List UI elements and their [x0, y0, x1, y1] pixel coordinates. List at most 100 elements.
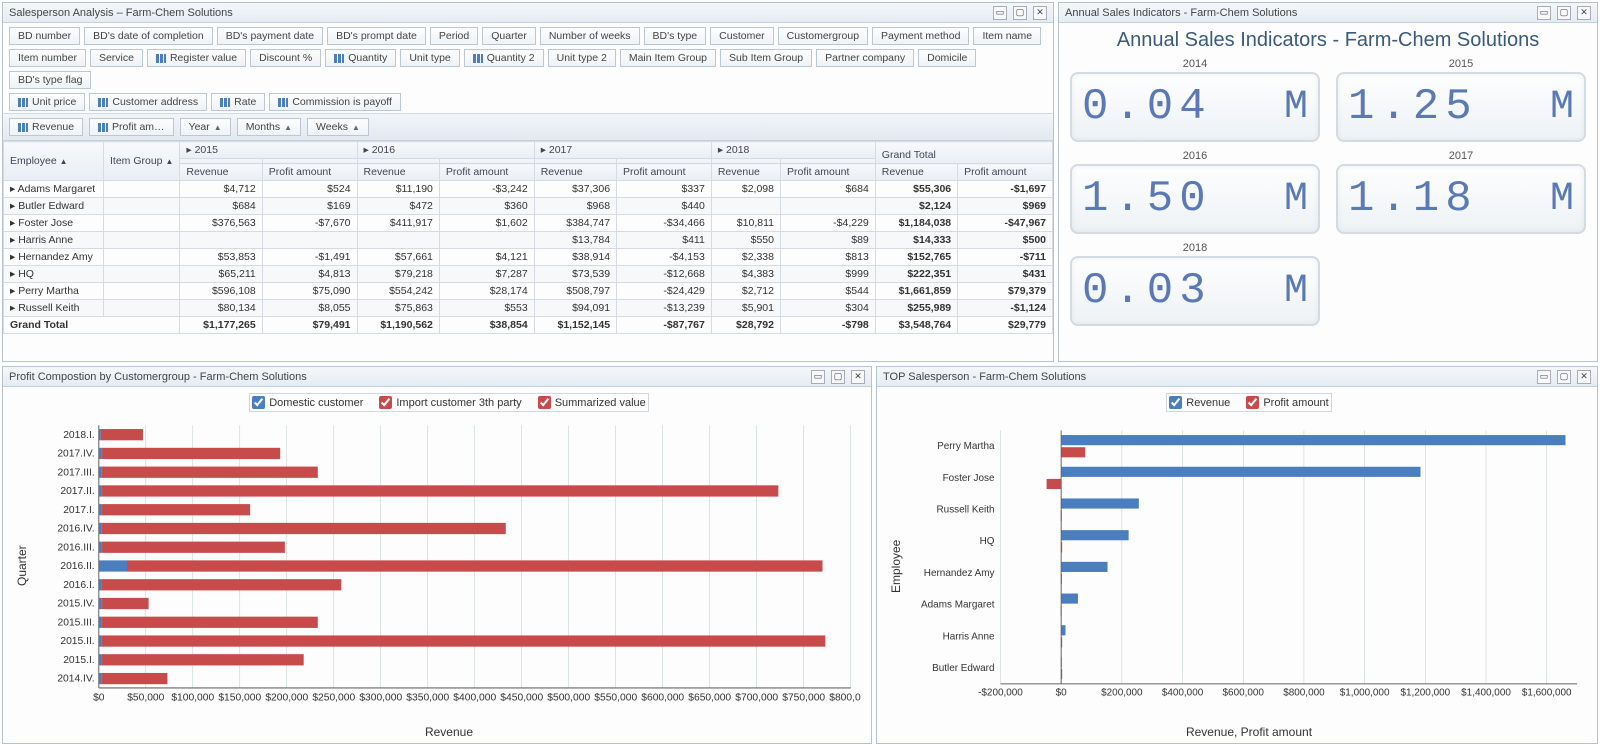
bars-icon — [220, 98, 230, 107]
close-icon[interactable]: ✕ — [1577, 370, 1591, 384]
svg-text:$350,000: $350,000 — [406, 692, 449, 703]
filter-chip[interactable]: Unit type — [400, 49, 459, 67]
svg-text:2017.I.: 2017.I. — [63, 505, 94, 516]
legend-item[interactable]: Import customer 3th party — [379, 396, 521, 409]
filter-chip[interactable]: Payment method — [872, 27, 969, 45]
filter-chip[interactable]: Year▲ — [180, 118, 231, 136]
svg-text:Foster Jose: Foster Jose — [943, 473, 995, 484]
bars-icon — [334, 54, 344, 63]
filter-chip[interactable]: Commission is payoff — [269, 93, 401, 111]
bars-icon — [18, 98, 28, 107]
chart-top-salesperson[interactable]: -$200,000$0$200,000$400,000$600,000$800,… — [911, 416, 1587, 723]
table-row[interactable]: ▸ Hernandez Amy$53,853-$1,491$57,661$4,1… — [4, 249, 1053, 266]
close-icon[interactable]: ✕ — [1577, 6, 1591, 20]
lcd-unit: M — [1550, 85, 1574, 130]
filter-chip[interactable]: BD number — [9, 27, 80, 45]
filter-chip[interactable]: Revenue — [9, 118, 83, 136]
filter-chip[interactable]: Customer — [710, 27, 774, 45]
svg-text:$600,000: $600,000 — [1223, 688, 1265, 699]
svg-text:$550,000: $550,000 — [594, 692, 637, 703]
legend-checkbox[interactable] — [252, 396, 265, 409]
table-row[interactable]: ▸ HQ$65,211$4,813$79,218$7,287$73,539-$1… — [4, 266, 1053, 283]
maximize-icon[interactable]: ▢ — [831, 370, 845, 384]
chart-profit-composition[interactable]: $0$50,000$100,000$150,000$200,000$250,00… — [37, 416, 861, 723]
filter-chip[interactable]: Number of weeks — [540, 27, 640, 45]
filter-chip[interactable]: Customergroup — [778, 27, 868, 45]
legend-checkbox[interactable] — [538, 396, 551, 409]
title-text: TOP Salesperson - Farm-Chem Solutions — [883, 371, 1086, 383]
svg-text:Russell Keith: Russell Keith — [937, 505, 995, 516]
filter-chip[interactable]: Months▲ — [237, 118, 301, 136]
svg-text:$1,200,000: $1,200,000 — [1400, 688, 1450, 699]
minimize-icon[interactable]: ▭ — [1537, 6, 1551, 20]
table-row[interactable]: ▸ Harris Anne$13,784$411$550$89$14,333$5… — [4, 232, 1053, 249]
legend-item[interactable]: Revenue — [1169, 396, 1230, 409]
filter-chip[interactable]: Rate — [211, 93, 265, 111]
minimize-icon[interactable]: ▭ — [811, 370, 825, 384]
indicator-cell: 2017 1.18 M — [1335, 150, 1587, 234]
table-row[interactable]: ▸ Foster Jose$376,563-$7,670$411,917$1,6… — [4, 215, 1053, 232]
filter-chip[interactable]: Register value — [147, 49, 246, 67]
legend-checkbox[interactable] — [379, 396, 392, 409]
pivot-grid[interactable]: Employee ▲Item Group ▲▸ 2015▸ 2016▸ 2017… — [3, 141, 1053, 361]
filter-chip[interactable]: Unit price — [9, 93, 85, 111]
lcd-display: 1.50 M — [1070, 164, 1320, 234]
bars-icon — [473, 54, 483, 63]
filter-chip[interactable]: BD's prompt date — [327, 27, 426, 45]
maximize-icon[interactable]: ▢ — [1013, 6, 1027, 20]
svg-text:2017.II.: 2017.II. — [60, 486, 94, 497]
lcd-unit: M — [1284, 177, 1308, 222]
svg-text:2016.I.: 2016.I. — [63, 580, 94, 591]
x-axis-label: Revenue, Profit amount — [911, 723, 1587, 739]
bars-icon — [98, 98, 108, 107]
minimize-icon[interactable]: ▭ — [1537, 370, 1551, 384]
filter-chip[interactable]: Service — [90, 49, 143, 67]
legend-item[interactable]: Domestic customer — [252, 396, 363, 409]
table-row[interactable]: ▸ Butler Edward$684$169$472$360$968$440$… — [4, 198, 1053, 215]
svg-text:$450,000: $450,000 — [500, 692, 543, 703]
filter-chip[interactable]: Sub Item Group — [720, 49, 812, 67]
filter-chip[interactable]: Domicile — [918, 49, 976, 67]
filter-chip[interactable]: BD's payment date — [217, 27, 323, 45]
filter-chip[interactable]: Period — [430, 27, 478, 45]
table-row[interactable]: ▸ Russell Keith$80,134$8,055$75,863$553$… — [4, 300, 1053, 317]
maximize-icon[interactable]: ▢ — [1557, 370, 1571, 384]
legend-item[interactable]: Summarized value — [538, 396, 646, 409]
filter-chip[interactable]: BD's type flag — [9, 71, 91, 89]
table-row[interactable]: ▸ Perry Martha$596,108$75,090$554,242$28… — [4, 283, 1053, 300]
filter-chip[interactable]: Profit am… — [89, 118, 174, 136]
filter-chip[interactable]: Partner company — [816, 49, 914, 67]
panel-annual-indicators: Annual Sales Indicators - Farm-Chem Solu… — [1058, 2, 1598, 362]
indicator-cell: 2014 0.04 M — [1069, 58, 1321, 142]
filter-chip[interactable]: Unit type 2 — [548, 49, 616, 67]
filter-chip[interactable]: Main Item Group — [620, 49, 716, 67]
maximize-icon[interactable]: ▢ — [1557, 6, 1571, 20]
lcd-value: 0.03 — [1082, 266, 1212, 316]
svg-text:2018.I.: 2018.I. — [63, 430, 94, 441]
table-row[interactable]: ▸ Adams Margaret$4,712$524$11,190-$3,242… — [4, 181, 1053, 198]
svg-text:$50,000: $50,000 — [127, 692, 164, 703]
svg-text:2014.IV.: 2014.IV. — [57, 674, 94, 685]
lcd-unit: M — [1550, 177, 1574, 222]
svg-text:$650,000: $650,000 — [688, 692, 731, 703]
close-icon[interactable]: ✕ — [1033, 6, 1047, 20]
filter-chip[interactable]: BD's date of completion — [84, 27, 213, 45]
filter-chip[interactable]: Customer address — [89, 93, 207, 111]
lcd-display: 0.03 M — [1070, 256, 1320, 326]
svg-text:$800,000: $800,000 — [1283, 688, 1325, 699]
filter-chip[interactable]: Quarter — [482, 27, 536, 45]
filter-chip[interactable]: Item name — [973, 27, 1041, 45]
filter-chip[interactable]: Quantity — [325, 49, 396, 67]
legend-checkbox[interactable] — [1246, 396, 1259, 409]
legend-checkbox[interactable] — [1169, 396, 1182, 409]
svg-text:$400,000: $400,000 — [1162, 688, 1204, 699]
svg-text:$200,000: $200,000 — [1101, 688, 1143, 699]
legend-item[interactable]: Profit amount — [1246, 396, 1328, 409]
filter-chip[interactable]: Item number — [9, 49, 86, 67]
filter-chip[interactable]: BD's type — [644, 27, 707, 45]
filter-chip[interactable]: Weeks▲ — [307, 118, 369, 136]
filter-chip[interactable]: Quantity 2 — [464, 49, 544, 67]
close-icon[interactable]: ✕ — [851, 370, 865, 384]
filter-chip[interactable]: Discount % — [250, 49, 321, 67]
minimize-icon[interactable]: ▭ — [993, 6, 1007, 20]
